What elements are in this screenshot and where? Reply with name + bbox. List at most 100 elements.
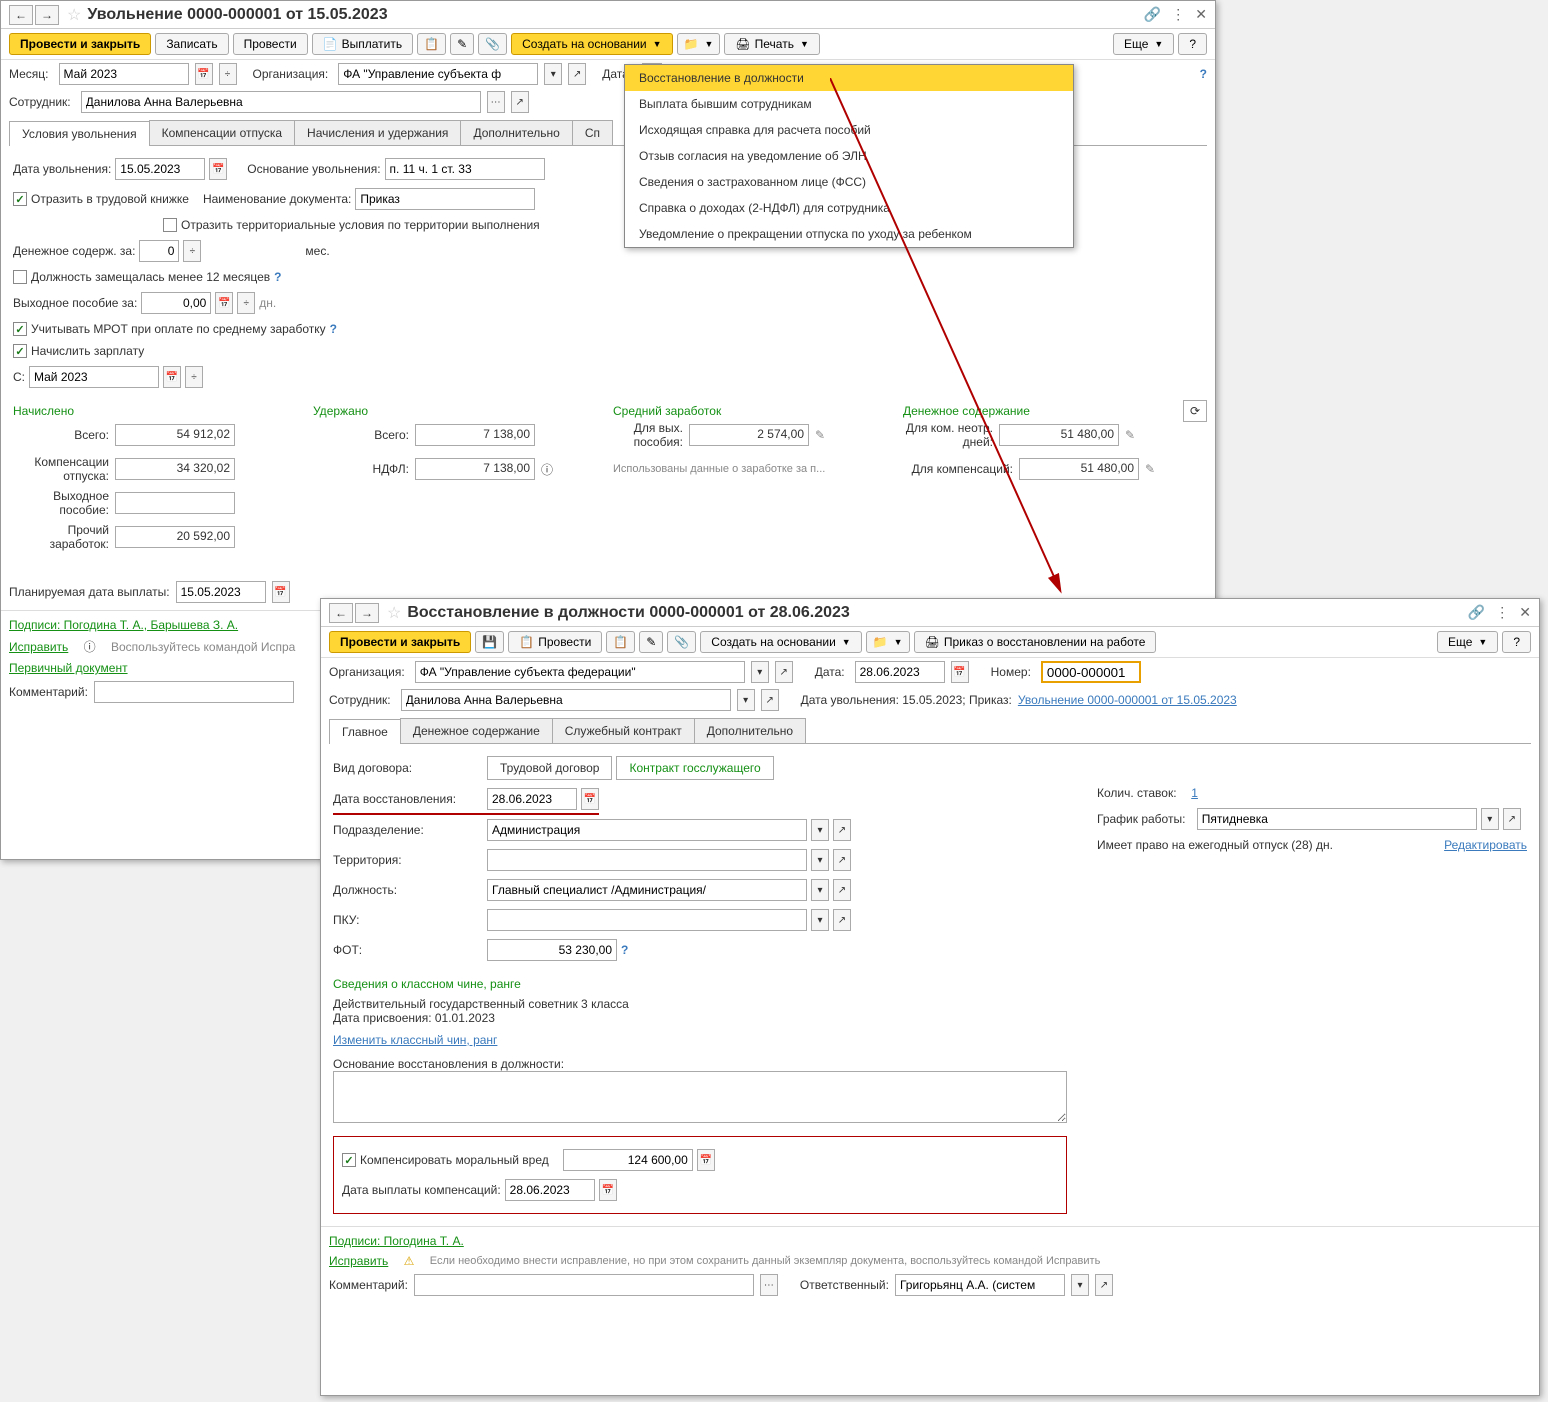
post-button[interactable]: Провести — [233, 33, 308, 55]
employee-input[interactable] — [81, 91, 481, 113]
star-icon[interactable]: ☆ — [67, 5, 81, 25]
attach-button[interactable]: 📎 — [478, 33, 507, 55]
dropdown-item-vacation[interactable]: Уведомление о прекращении отпуска по ухо… — [625, 221, 1073, 247]
back-button[interactable]: ← — [9, 5, 33, 25]
sev-cal[interactable]: 📅 — [215, 292, 233, 314]
primary-doc-link[interactable]: Первичный документ — [9, 661, 128, 675]
resp-open[interactable]: ↗ — [1095, 1274, 1113, 1296]
from-input[interactable] — [29, 366, 159, 388]
tab-accruals[interactable]: Начисления и удержания — [294, 120, 461, 145]
org-input[interactable] — [338, 63, 538, 85]
dropdown-item-revoke[interactable]: Отзыв согласия на уведомление об ЭЛН — [625, 143, 1073, 169]
dismiss-date-cal[interactable]: 📅 — [209, 158, 227, 180]
edit-icon-2[interactable]: ✎ — [1125, 428, 1135, 442]
plan-date-cal[interactable]: 📅 — [272, 581, 290, 603]
help-icon[interactable]: ? — [1200, 67, 1207, 81]
attach-button-2[interactable]: 📎 — [667, 631, 696, 653]
densod-input[interactable] — [139, 240, 179, 262]
sev-spin[interactable]: ÷ — [237, 292, 255, 314]
pos-open[interactable]: ↗ — [833, 879, 851, 901]
restore-date-input[interactable] — [487, 788, 577, 810]
pos-input[interactable] — [487, 879, 807, 901]
month-input[interactable] — [59, 63, 189, 85]
close-icon-2[interactable]: ✕ — [1519, 604, 1531, 621]
plan-date-input[interactable] — [176, 581, 266, 603]
pay-button[interactable]: 📄Выплатить — [312, 33, 413, 55]
dropdown-item-payment[interactable]: Выплата бывшим сотрудникам — [625, 91, 1073, 117]
sched-open[interactable]: ↗ — [1503, 808, 1521, 830]
dropdown-item-restore[interactable]: Восстановление в должности — [625, 65, 1073, 91]
restore-date-cal[interactable]: 📅 — [581, 788, 599, 810]
more-button[interactable]: Еще▼ — [1113, 33, 1174, 55]
rates-link[interactable]: 1 — [1191, 786, 1198, 800]
back-button-2[interactable]: ← — [329, 603, 353, 623]
fix-link-2[interactable]: Исправить — [329, 1254, 388, 1268]
help-button-2[interactable]: ? — [1502, 631, 1531, 653]
org-open-2[interactable]: ↗ — [775, 661, 793, 683]
workbook-checkbox[interactable]: ✓Отразить в трудовой книжке — [13, 192, 189, 206]
menu-icon-2[interactable]: ⋮ — [1495, 604, 1509, 621]
edit-icon-3[interactable]: ✎ — [1145, 462, 1155, 476]
date-cal-2[interactable]: 📅 — [951, 661, 969, 683]
more-button-2[interactable]: Еще▼ — [1437, 631, 1498, 653]
save-icon-button[interactable]: 💾 — [475, 631, 504, 653]
territory-checkbox[interactable]: Отразить территориальные условия по терр… — [163, 218, 540, 232]
mrot-checkbox[interactable]: ✓Учитывать МРОТ при оплате по среднему з… — [13, 322, 326, 336]
resp-drop[interactable]: ▾ — [1071, 1274, 1089, 1296]
dropdown-item-fss[interactable]: Сведения о застрахованном лице (ФСС) — [625, 169, 1073, 195]
moral-calc[interactable]: 📅 — [697, 1149, 715, 1171]
help-less12[interactable]: ? — [274, 270, 281, 284]
tab-contract[interactable]: Служебный контракт — [552, 718, 695, 743]
basis-input[interactable] — [385, 158, 545, 180]
org-drop[interactable]: ▾ — [544, 63, 562, 85]
dept-drop[interactable]: ▾ — [811, 819, 829, 841]
comp-pay-date-input[interactable] — [505, 1179, 595, 1201]
moral-input[interactable] — [563, 1149, 693, 1171]
dismiss-date-input[interactable] — [115, 158, 205, 180]
tab-compensation[interactable]: Компенсации отпуска — [149, 120, 295, 145]
pos-drop[interactable]: ▾ — [811, 879, 829, 901]
org-drop-2[interactable]: ▾ — [751, 661, 769, 683]
order-button[interactable]: 🖨Приказ о восстановлении на работе — [914, 631, 1157, 653]
basis-restore-textarea[interactable] — [333, 1071, 1067, 1123]
create-based-button[interactable]: Создать на основании▼ — [511, 33, 672, 55]
employee-input-2[interactable] — [401, 689, 731, 711]
fot-input[interactable] — [487, 939, 617, 961]
number-input[interactable] — [1041, 661, 1141, 683]
from-cal[interactable]: 📅 — [163, 366, 181, 388]
sign-link-2[interactable]: Подписи: Погодина Т. А. — [329, 1234, 464, 1248]
sched-drop[interactable]: ▾ — [1481, 808, 1499, 830]
terr-open[interactable]: ↗ — [833, 849, 851, 871]
tab-additional[interactable]: Дополнительно — [460, 120, 572, 145]
link-icon-2[interactable]: 🔗 — [1468, 604, 1485, 621]
help-button[interactable]: ? — [1178, 33, 1207, 55]
folder-button[interactable]: 📁▼ — [677, 33, 721, 55]
comp-pay-date-cal[interactable]: 📅 — [599, 1179, 617, 1201]
salary-checkbox[interactable]: ✓Начислить зарплату — [13, 344, 144, 358]
forward-button-2[interactable]: → — [355, 603, 379, 623]
close-icon[interactable]: ✕ — [1195, 6, 1207, 23]
menu-icon[interactable]: ⋮ — [1171, 6, 1185, 23]
form-button[interactable]: 📋 — [417, 33, 446, 55]
fix-link[interactable]: Исправить — [9, 640, 68, 654]
employee-open[interactable]: ↗ — [511, 91, 529, 113]
month-spin[interactable]: ÷ — [219, 63, 237, 85]
emp-drop-2[interactable]: ▾ — [737, 689, 755, 711]
dept-input[interactable] — [487, 819, 807, 841]
dropdown-item-2ndfl[interactable]: Справка о доходах (2-НДФЛ) для сотрудник… — [625, 195, 1073, 221]
post-close-button[interactable]: Провести и закрыть — [9, 33, 151, 55]
schedule-input[interactable] — [1197, 808, 1477, 830]
month-calendar[interactable]: 📅 — [195, 63, 213, 85]
pku-open[interactable]: ↗ — [833, 909, 851, 931]
toggle-labor[interactable]: Трудовой договор — [487, 756, 612, 780]
edit-link[interactable]: Редактировать — [1444, 838, 1527, 852]
star-icon-2[interactable]: ☆ — [387, 603, 401, 623]
toggle-gov[interactable]: Контракт госслужащего — [616, 756, 773, 780]
tab-sp[interactable]: Сп — [572, 120, 613, 145]
docname-input[interactable] — [355, 188, 535, 210]
from-spin[interactable]: ÷ — [185, 366, 203, 388]
pku-drop[interactable]: ▾ — [811, 909, 829, 931]
comment-input-2[interactable] — [414, 1274, 754, 1296]
dept-open[interactable]: ↗ — [833, 819, 851, 841]
dismiss-link[interactable]: Увольнение 0000-000001 от 15.05.2023 — [1018, 693, 1237, 707]
